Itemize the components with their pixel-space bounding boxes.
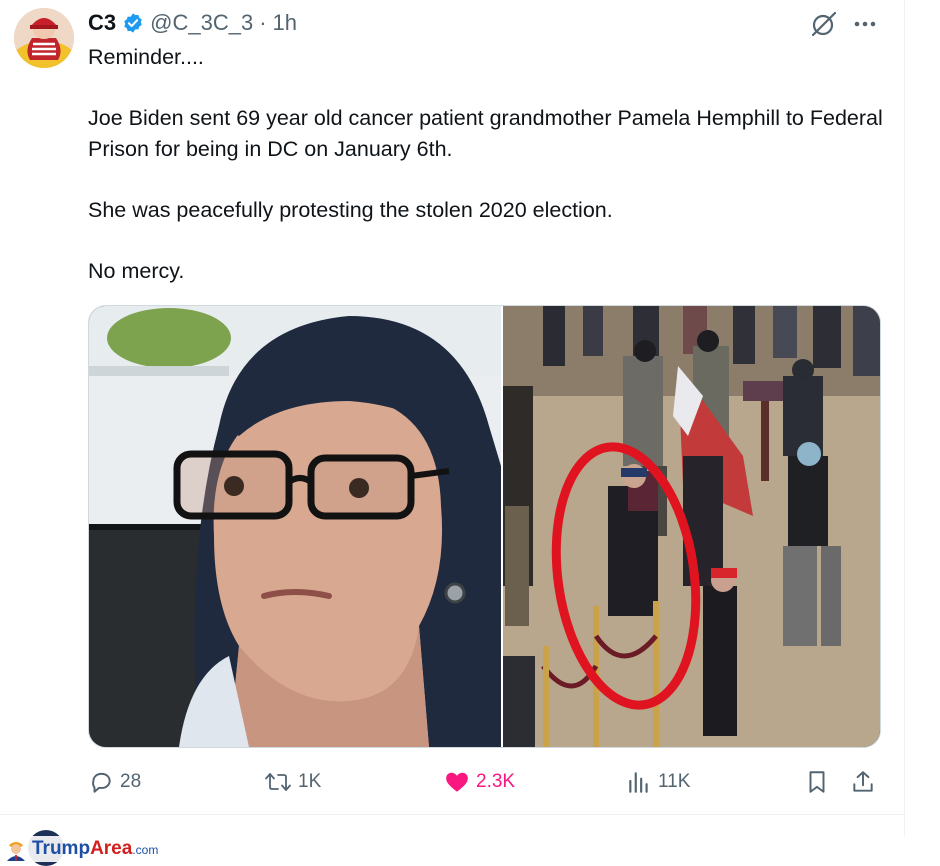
post-text-line-4: No mercy. [88, 258, 185, 283]
separator-dot: · [259, 10, 267, 35]
display-name[interactable]: C3 [88, 10, 116, 36]
right-photo-capitol-crowd[interactable] [503, 306, 880, 747]
share-button[interactable] [850, 762, 882, 802]
action-bar: 28 1K 2.3K 11K [88, 762, 880, 802]
avatar-image [14, 8, 74, 68]
repost-button[interactable]: 1K [264, 762, 321, 802]
site-watermark: Trump Area .com [0, 836, 220, 862]
like-icon [446, 772, 468, 792]
author-avatar[interactable] [14, 8, 74, 68]
repost-count: 1K [298, 771, 322, 792]
user-handle[interactable]: @C_3C_3 [150, 10, 253, 36]
more-icon[interactable] [850, 10, 880, 38]
post-divider [0, 814, 904, 815]
watermark-brand-tld: .com [132, 843, 159, 857]
reply-icon [92, 772, 111, 793]
views-count: 11K [658, 771, 691, 792]
post-timestamp[interactable]: 1h [273, 10, 297, 36]
like-button[interactable]: 2.3K [444, 762, 515, 802]
left-photo-woman[interactable] [89, 306, 501, 747]
grok-icon[interactable] [810, 10, 838, 38]
post-text-line-1: Reminder.... [88, 45, 204, 69]
post-media[interactable] [88, 305, 881, 748]
post-text: Reminder.... Joe Biden sent 69 year old … [88, 42, 888, 286]
post-text-line-3: She was peacefully protesting the stolen… [88, 197, 613, 222]
post-header: C3 @C_3C_3 · 1h [88, 8, 297, 38]
reply-button[interactable]: 28 [88, 762, 141, 802]
bookmark-button[interactable] [804, 762, 836, 802]
right-border [904, 0, 905, 836]
watermark-brand-area: Area [90, 838, 133, 859]
like-count: 2.3K [476, 771, 516, 792]
reply-count: 28 [120, 771, 142, 792]
verified-badge-icon [122, 12, 144, 34]
trump-figure-icon [7, 842, 25, 861]
bookmark-icon [809, 771, 825, 793]
watermark-brand-trump: Trump [32, 838, 91, 859]
share-icon [853, 771, 873, 792]
repost-icon [265, 773, 291, 791]
post-text-line-2: Joe Biden sent 69 year old cancer patien… [88, 106, 883, 161]
views-button[interactable]: 11K [626, 762, 690, 802]
views-icon [629, 772, 648, 793]
